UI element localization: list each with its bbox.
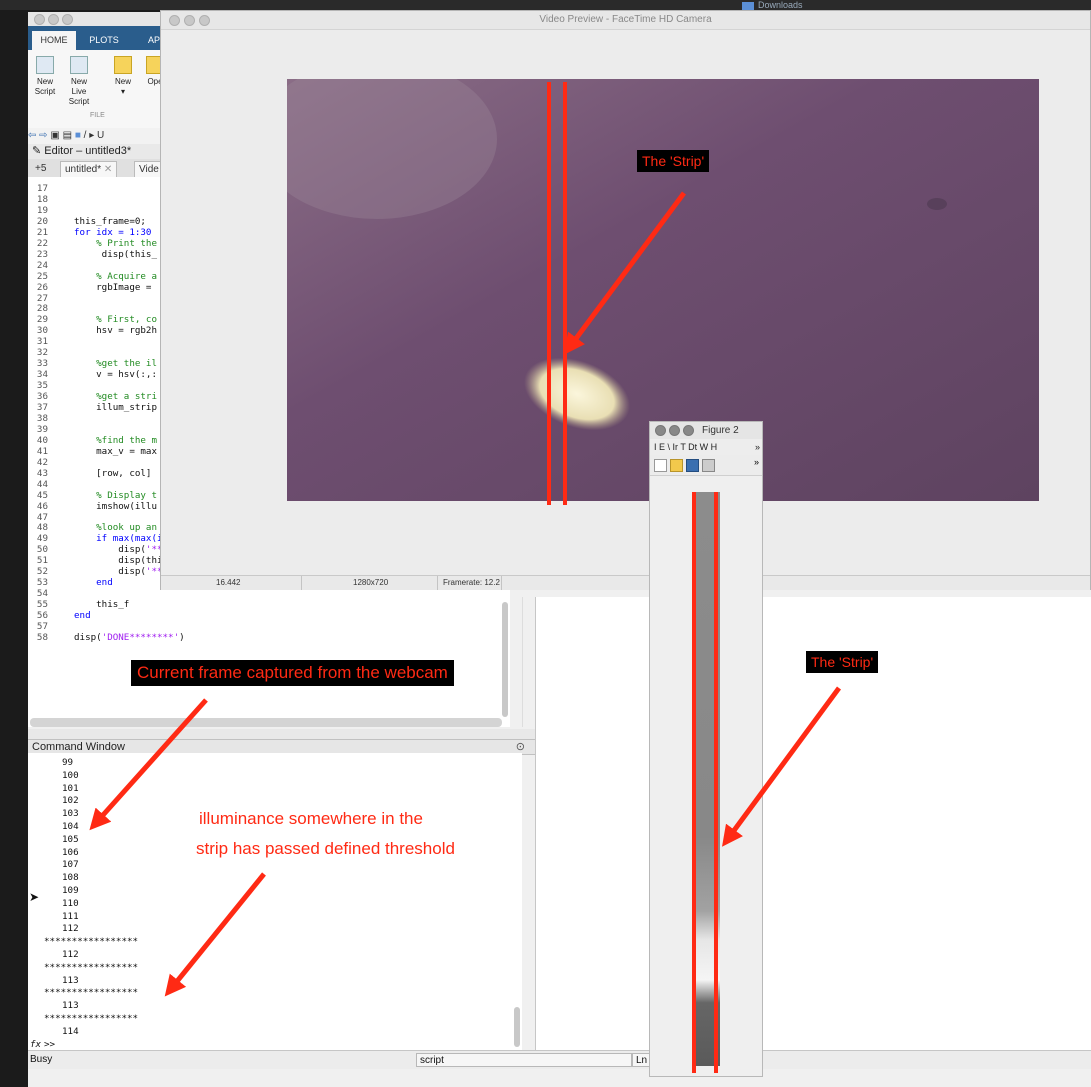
annotation-current-frame: Current frame captured from the webcam <box>131 660 454 686</box>
annotation-illuminance-line2: strip has passed defined threshold <box>196 839 455 858</box>
arrow-to-frame-count <box>89 698 208 831</box>
arrow-to-threshold-output <box>164 872 266 997</box>
arrow-to-figure-strip <box>722 686 842 847</box>
annotation-overlay <box>89 82 842 1073</box>
annotation-illuminance-line1: illuminance somewhere in the <box>199 809 423 828</box>
arrow-to-strip <box>563 191 687 355</box>
annotation-figure-strip-label: The 'Strip' <box>806 651 879 673</box>
mouse-cursor-icon: ➤ <box>29 890 40 904</box>
annotation-strip-label: The 'Strip' <box>637 150 710 172</box>
